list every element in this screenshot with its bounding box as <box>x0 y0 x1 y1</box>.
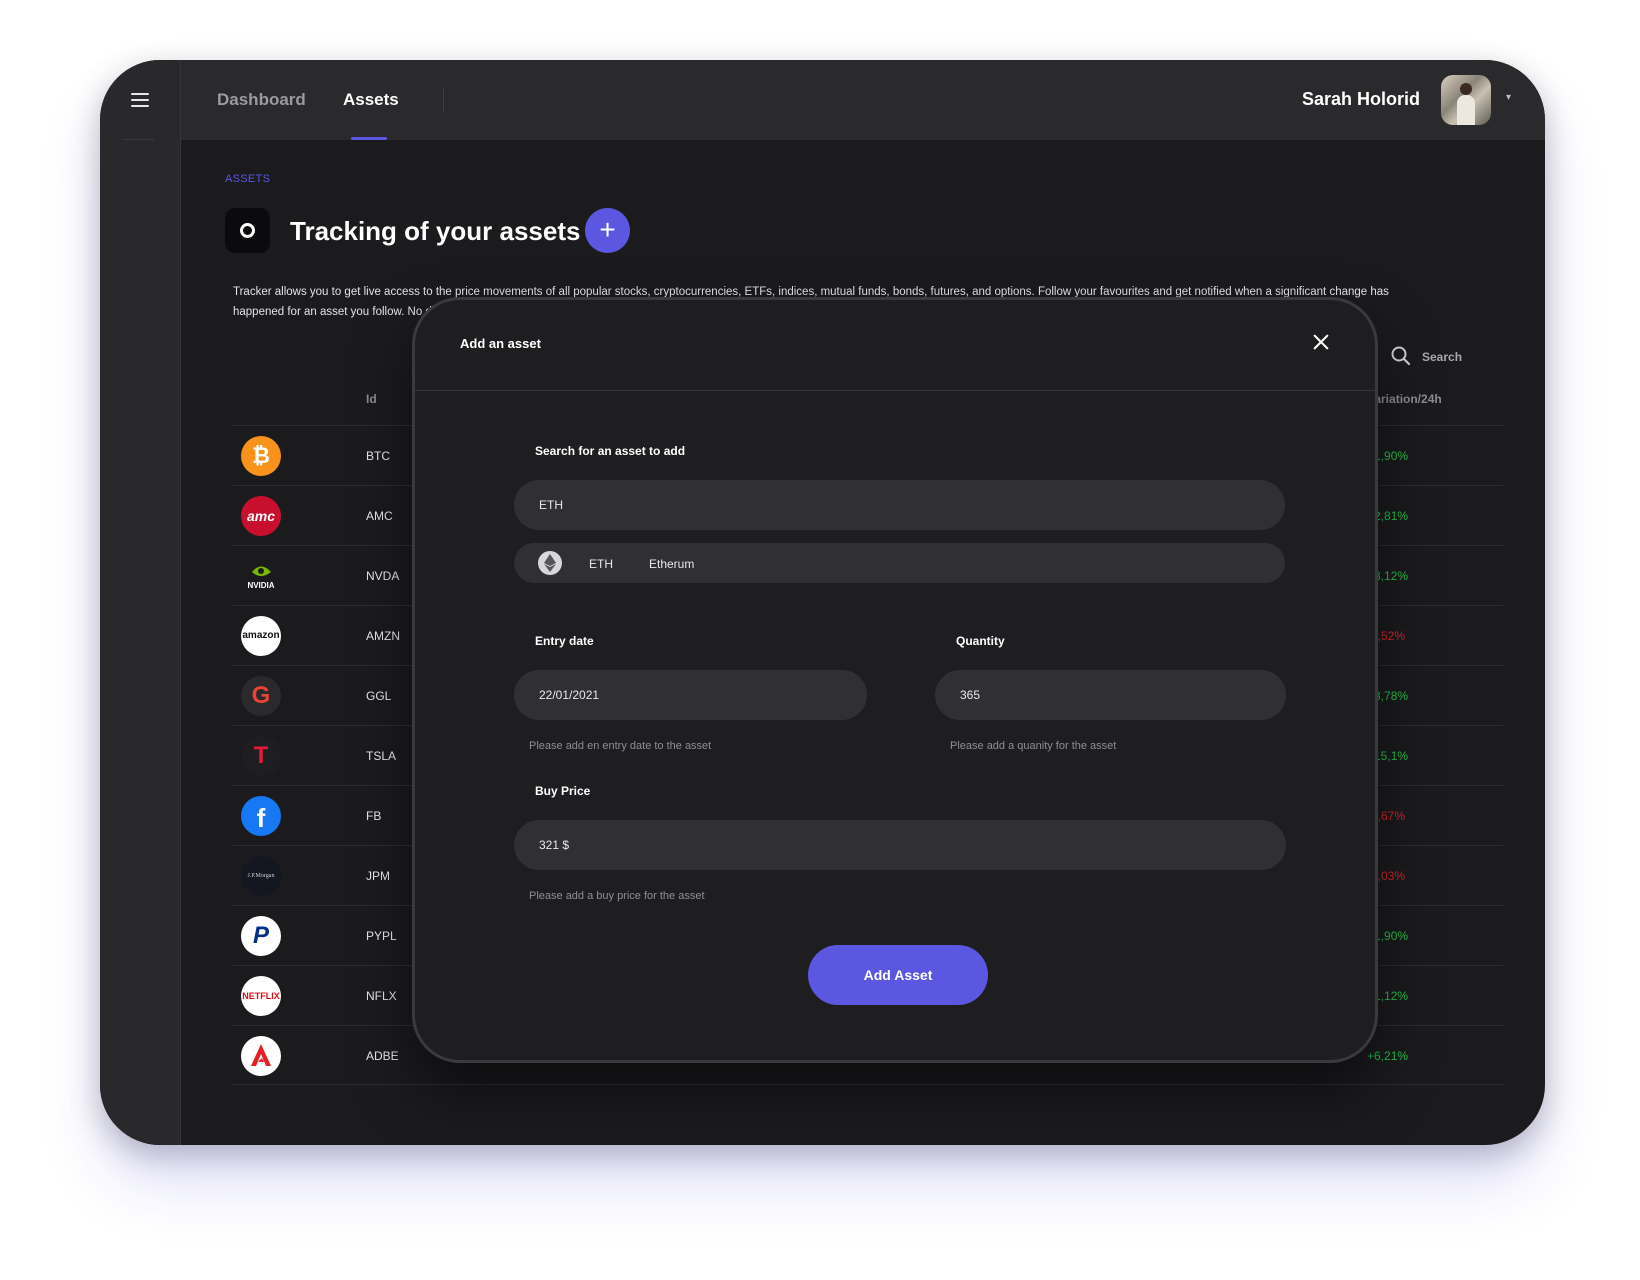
asset-variation: +6,21% <box>1367 1049 1409 1063</box>
asset-search-input[interactable] <box>514 480 1285 530</box>
search-box[interactable] <box>1390 345 1500 369</box>
nav-divider <box>443 88 444 112</box>
tesla-logo: T <box>241 736 281 776</box>
asset-id: AMZN <box>366 629 400 643</box>
page-title: Tracking of your assets <box>290 216 581 246</box>
bitcoin-logo: ₿ <box>241 436 281 476</box>
asset-id: NVDA <box>366 569 400 583</box>
add-asset-modal: Add an asset Search for an asset to add … <box>415 300 1375 1060</box>
asset-id: GGL <box>366 689 392 703</box>
amc-logo: amc <box>241 496 281 536</box>
search-input[interactable] <box>1422 348 1500 366</box>
entry-date-field[interactable] <box>514 670 867 720</box>
chevron-down-icon[interactable]: ▾ <box>1506 92 1511 103</box>
add-asset-button[interactable]: + <box>585 208 630 253</box>
tab-dashboard[interactable]: Dashboard <box>217 90 306 110</box>
asset-id: PYPL <box>366 929 397 943</box>
target-icon <box>225 208 270 253</box>
asset-id: NFLX <box>366 989 397 1003</box>
breadcrumb[interactable]: ASSETS <box>225 173 270 185</box>
active-tab-indicator <box>351 137 387 140</box>
tab-assets[interactable]: Assets <box>343 90 399 110</box>
amazon-logo: amazon <box>241 616 281 656</box>
ethereum-icon <box>538 551 562 575</box>
jpmorgan-logo: J.P.Morgan <box>241 856 281 896</box>
nvidia-logo: NVIDIA <box>241 556 281 596</box>
suggestion-name: Etherum <box>649 557 695 571</box>
asset-id: BTC <box>366 449 390 463</box>
asset-id: AMC <box>366 509 393 523</box>
modal-title: Add an asset <box>460 336 541 351</box>
app-window: Dashboard Assets Sarah Holorid ▾ ASSETS … <box>100 60 1545 1145</box>
entry-date-label: Entry date <box>535 634 594 648</box>
facebook-logo: f <box>241 796 281 836</box>
asset-id: JPM <box>366 869 390 883</box>
suggestion-symbol: ETH <box>589 557 613 571</box>
buy-price-field[interactable] <box>514 820 1286 870</box>
avatar[interactable] <box>1441 75 1491 125</box>
netflix-logo: NETFLIX <box>241 976 281 1016</box>
sidebar-divider <box>124 139 154 140</box>
asset-id: TSLA <box>366 749 397 763</box>
paypal-logo: P <box>241 916 281 956</box>
svg-text:₿: ₿ <box>252 444 270 469</box>
quantity-field[interactable] <box>935 670 1286 720</box>
asset-search-label: Search for an asset to add <box>535 444 686 458</box>
buy-price-label: Buy Price <box>535 784 591 798</box>
add-asset-submit-button[interactable]: Add Asset <box>808 945 988 1005</box>
asset-id: ADBE <box>366 1049 399 1063</box>
quantity-label: Quantity <box>956 634 1005 648</box>
quantity-help: Please add a quanity for the asset <box>950 740 1117 752</box>
nvidia-wordmark: NVIDIA <box>247 581 275 590</box>
top-navigation: Dashboard Assets Sarah Holorid ▾ <box>181 60 1545 140</box>
adobe-logo <box>241 1036 281 1076</box>
entry-date-help: Please add en entry date to the asset <box>529 740 712 752</box>
hamburger-menu-icon[interactable] <box>131 93 149 107</box>
asset-id: FB <box>366 809 382 823</box>
column-header-id[interactable]: Id <box>366 392 377 406</box>
user-name: Sarah Holorid <box>1301 89 1420 109</box>
search-icon <box>1391 346 1411 366</box>
modal-divider <box>415 390 1375 391</box>
google-logo: G <box>241 676 281 716</box>
sidebar <box>100 60 181 1145</box>
buy-price-help: Please add a buy price for the asset <box>529 890 705 902</box>
column-header-variation[interactable]: Variation/24h <box>1367 392 1442 406</box>
close-icon[interactable] <box>1312 333 1330 351</box>
asset-suggestion-item[interactable]: ETH Etherum <box>514 543 1285 583</box>
